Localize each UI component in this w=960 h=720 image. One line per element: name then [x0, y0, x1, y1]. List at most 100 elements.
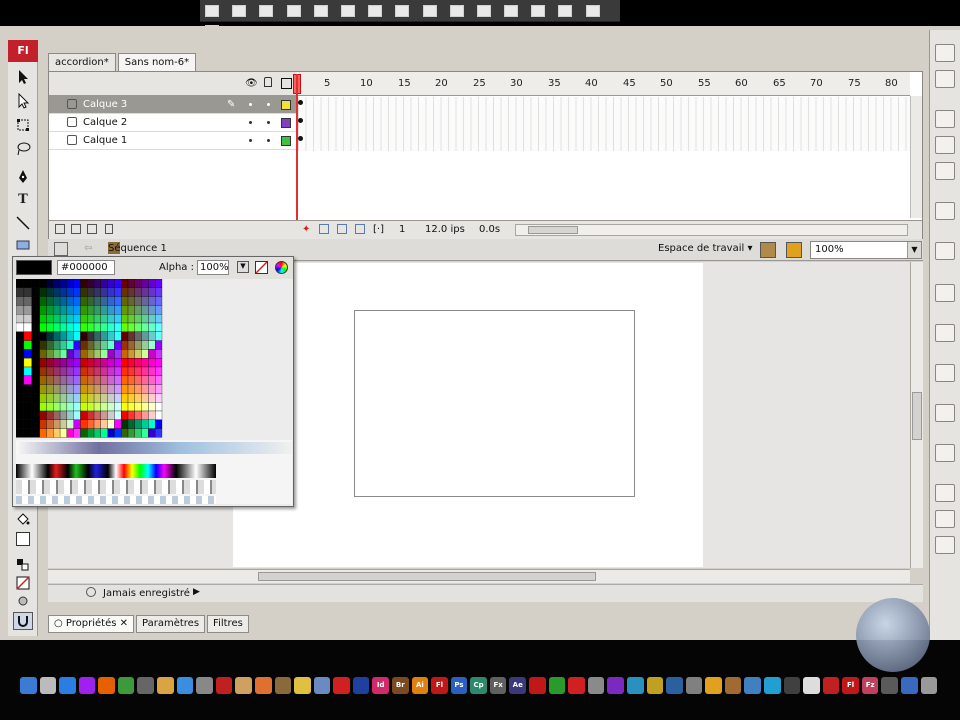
- swatch-cell[interactable]: [59, 340, 68, 350]
- swatch-cell[interactable]: [16, 393, 25, 403]
- subselection-tool-icon[interactable]: [13, 92, 33, 110]
- swatch-cell[interactable]: [121, 384, 129, 394]
- swatch-cell[interactable]: [87, 419, 95, 429]
- swatch-cell[interactable]: [127, 314, 135, 324]
- app2-icon[interactable]: [548, 676, 566, 694]
- outline-icon[interactable]: [281, 78, 292, 89]
- swatch-cell[interactable]: [141, 419, 149, 429]
- swatch-cell[interactable]: [121, 419, 129, 429]
- alpha-dropdown-icon[interactable]: ▼: [237, 261, 249, 273]
- swatch-cell[interactable]: [100, 428, 108, 438]
- itunes-icon[interactable]: [78, 676, 96, 694]
- swatch-cell[interactable]: [114, 322, 122, 332]
- swatch-cell[interactable]: [53, 384, 61, 394]
- swatch-cell[interactable]: [155, 287, 163, 297]
- swatch-cell[interactable]: [100, 375, 108, 385]
- copy-icon[interactable]: [368, 5, 383, 17]
- visible-dot[interactable]: [249, 121, 252, 124]
- swatch-cell[interactable]: [39, 419, 47, 429]
- swatch-cell[interactable]: [148, 358, 156, 368]
- swatch-cell[interactable]: [73, 366, 81, 376]
- swatch-cell[interactable]: [59, 279, 68, 288]
- swatch-cell[interactable]: [31, 393, 40, 403]
- swatch-cell[interactable]: [59, 428, 68, 438]
- swatch-cell[interactable]: [87, 287, 95, 297]
- swatch-cell[interactable]: [93, 419, 101, 429]
- swatch-cell[interactable]: [39, 331, 47, 341]
- swatch-cell[interactable]: [59, 375, 68, 385]
- swatch-cell[interactable]: [100, 393, 108, 403]
- swatch-cell[interactable]: [114, 331, 122, 341]
- swatch-cell[interactable]: [59, 384, 68, 394]
- contribute-icon[interactable]: Cp: [470, 676, 487, 694]
- swatch-cell[interactable]: [141, 296, 149, 306]
- word-icon[interactable]: [352, 676, 370, 694]
- keyframe-dot[interactable]: [298, 100, 303, 105]
- folder-icon[interactable]: [157, 676, 174, 694]
- swatch-cell[interactable]: [107, 287, 115, 297]
- fx-icon[interactable]: Fx: [489, 676, 507, 694]
- picture-icon[interactable]: [254, 676, 272, 694]
- motion-guide-icon[interactable]: [71, 224, 81, 234]
- doc-tab-sans-nom[interactable]: Sans nom-6*: [117, 52, 197, 71]
- swatch-cell[interactable]: [31, 375, 40, 385]
- flex-icon[interactable]: Fz: [861, 676, 879, 694]
- monitor-icon[interactable]: [196, 676, 213, 694]
- swatch-cell[interactable]: [127, 384, 135, 394]
- record-icon[interactable]: [568, 676, 585, 694]
- swatch-cell[interactable]: [93, 393, 101, 403]
- swatch-cell[interactable]: [53, 331, 61, 341]
- undo-icon[interactable]: [422, 5, 437, 17]
- window-icon[interactable]: [881, 676, 899, 694]
- swatch-cell[interactable]: [93, 314, 101, 324]
- swatch-cell[interactable]: [100, 340, 108, 350]
- swatch-cell[interactable]: [155, 349, 163, 359]
- movie-explorer-icon[interactable]: [935, 364, 955, 382]
- swatch-cell[interactable]: [59, 410, 68, 420]
- swatch-cell[interactable]: [93, 384, 101, 394]
- swatch-cell[interactable]: [31, 314, 40, 324]
- swatch-cell[interactable]: [16, 366, 25, 376]
- flash2-icon[interactable]: Fl: [842, 676, 859, 694]
- compass-icon[interactable]: [935, 404, 955, 422]
- swatch-cell[interactable]: [107, 322, 115, 332]
- swatch-cell[interactable]: [148, 402, 156, 412]
- swatch-cell[interactable]: [155, 279, 163, 288]
- swatch-cell[interactable]: [127, 402, 135, 412]
- swatch-cell[interactable]: [46, 402, 54, 412]
- frame-grid[interactable]: [298, 97, 910, 151]
- swatch-cell[interactable]: [155, 305, 163, 315]
- swatch-cell[interactable]: [87, 314, 95, 324]
- swatch-cell[interactable]: [59, 287, 68, 297]
- actions-icon[interactable]: [935, 444, 955, 462]
- swatch-cell[interactable]: [100, 314, 108, 324]
- swatch-cell[interactable]: [39, 340, 47, 350]
- swatch-cell[interactable]: [114, 279, 122, 288]
- swatch-cell[interactable]: [93, 375, 101, 385]
- swatch-cell[interactable]: [39, 322, 47, 332]
- swatch-cell[interactable]: [16, 296, 25, 306]
- swatch-cell[interactable]: [121, 402, 129, 412]
- center-frame-icon[interactable]: ✦: [302, 224, 310, 235]
- swatch-cell[interactable]: [23, 340, 32, 350]
- swatch-cell[interactable]: [121, 331, 129, 341]
- swatch-cell[interactable]: [114, 375, 122, 385]
- gradient-row[interactable]: [16, 496, 216, 504]
- gradient-row[interactable]: [16, 480, 216, 494]
- help-icon[interactable]: [744, 676, 761, 694]
- swatch-cell[interactable]: [148, 393, 156, 403]
- stage-hscroll-thumb[interactable]: [258, 572, 596, 581]
- layer-row-calque-2[interactable]: Calque 2: [49, 114, 297, 132]
- swatch-cell[interactable]: [155, 428, 163, 438]
- swatch-cell[interactable]: [23, 331, 32, 341]
- swatch-cell[interactable]: [66, 279, 74, 288]
- swatch-cell[interactable]: [39, 428, 47, 438]
- firefox-icon[interactable]: [98, 676, 115, 694]
- snap-icon[interactable]: [476, 5, 491, 17]
- swatch-cell[interactable]: [127, 393, 135, 403]
- lock-icon[interactable]: [264, 77, 272, 87]
- mail-icon[interactable]: [39, 676, 57, 694]
- swatch-cell[interactable]: [141, 331, 149, 341]
- swatch-cell[interactable]: [66, 331, 74, 341]
- visible-dot[interactable]: [249, 103, 252, 106]
